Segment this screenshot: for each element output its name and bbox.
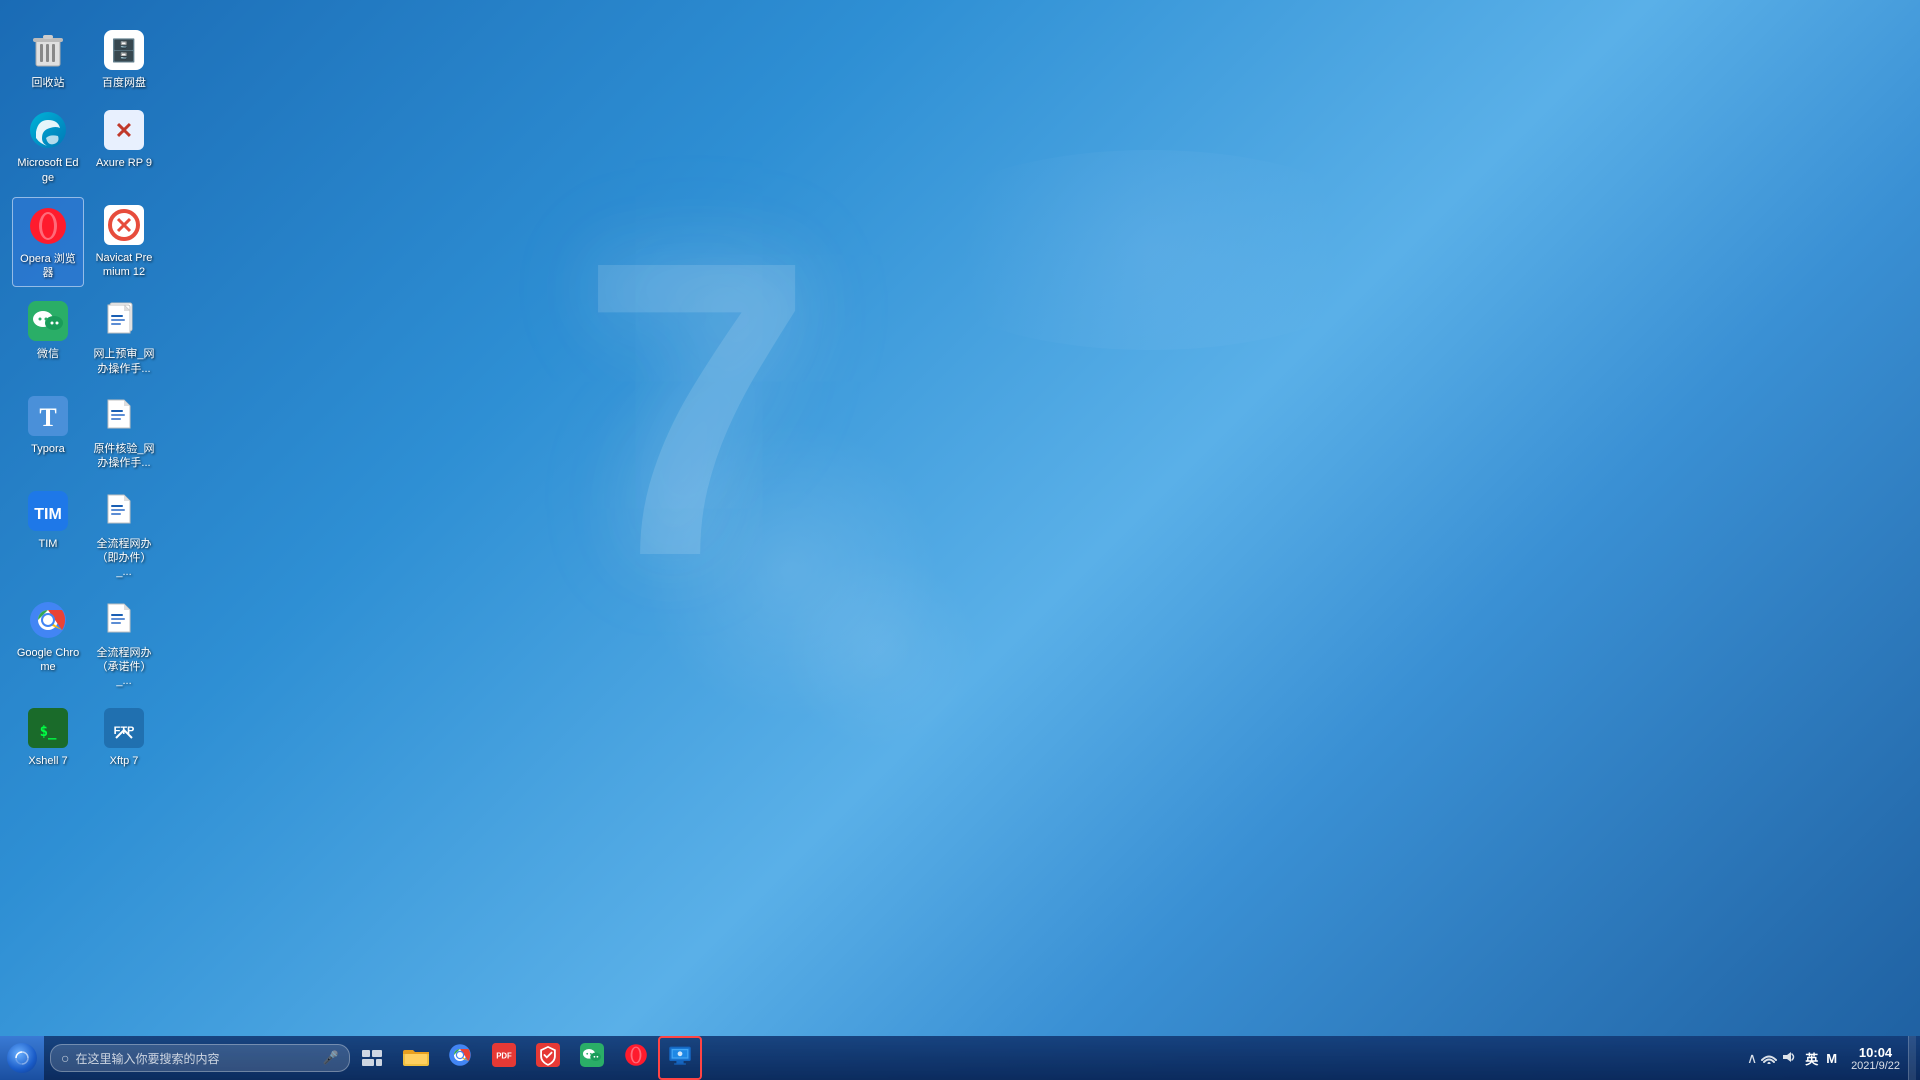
typora-icon: T: [26, 394, 70, 438]
taskbar-pdf[interactable]: PDF: [482, 1036, 526, 1080]
doc-yuanjian-icon: [102, 394, 146, 438]
icon-doc-yuanjian[interactable]: 原件核验_网办操作手...: [88, 388, 160, 477]
taskbar-remote-desktop[interactable]: [658, 1036, 702, 1080]
taskbar: ○ 在这里输入你要搜索的内容 🎤: [0, 1036, 1920, 1080]
navicat-icon: [102, 203, 146, 247]
start-orb: [7, 1043, 37, 1073]
desktop-icons-area: 回收站 🗄️ 百度网盘: [0, 10, 172, 789]
wechat-taskbar-icon: [580, 1043, 604, 1073]
icon-microsoft-edge[interactable]: Microsoft Edge: [12, 102, 84, 191]
svg-text:TIM: TIM: [34, 506, 62, 523]
remote-desktop-taskbar-icon: [668, 1043, 692, 1073]
svg-text:✕: ✕: [115, 118, 133, 143]
recycle-bin-icon: [26, 28, 70, 72]
tim-label: TIM: [39, 537, 58, 551]
icon-recycle-bin[interactable]: 回收站: [12, 22, 84, 96]
xshell-label: Xshell 7: [28, 754, 67, 768]
typora-label: Typora: [31, 442, 65, 456]
svg-text:$_: $_: [40, 724, 57, 740]
pdf-taskbar-icon: PDF: [492, 1043, 516, 1073]
taskbar-security[interactable]: [526, 1036, 570, 1080]
system-tray: ∧ 英 M 10:04: [1741, 1036, 1920, 1080]
win7-logo: 7: [580, 200, 814, 620]
task-view-icon: [362, 1050, 382, 1066]
baidu-label: 百度网盘: [102, 76, 146, 90]
icon-typora[interactable]: T Typora: [12, 388, 84, 477]
svg-text:PDF: PDF: [496, 1052, 512, 1061]
tray-language[interactable]: 英: [1801, 1047, 1822, 1070]
doc-quanliucheng2-icon: [102, 598, 146, 642]
search-text: 在这里输入你要搜索的内容: [75, 1050, 322, 1067]
wechat-icon: [26, 299, 70, 343]
taskbar-wechat[interactable]: [570, 1036, 614, 1080]
taskbar-opera[interactable]: [614, 1036, 658, 1080]
icon-doc-yulan[interactable]: 网上预审_网办操作手...: [88, 293, 160, 382]
icon-google-chrome[interactable]: Google Chrome: [12, 592, 84, 695]
tray-network-icon[interactable]: [1761, 1050, 1777, 1067]
opera-label: Opera 浏览器: [17, 252, 79, 281]
axure-icon: ✕: [102, 108, 146, 152]
clock-date: 2021/9/22: [1851, 1060, 1900, 1072]
xshell-icon: $_: [26, 706, 70, 750]
svg-text:🗄️: 🗄️: [110, 38, 137, 63]
chrome-icon: [26, 598, 70, 642]
taskbar-chrome[interactable]: [438, 1036, 482, 1080]
navicat-label: Navicat Premium 12: [92, 251, 156, 280]
desktop: 7 回收站: [0, 0, 1920, 1080]
xftp-label: Xftp 7: [110, 754, 139, 768]
tray-icons: ∧ 英 M: [1741, 1047, 1843, 1070]
clock-time: 10:04: [1859, 1045, 1892, 1060]
icon-tim[interactable]: TIM TIM: [12, 483, 84, 586]
svg-text:T: T: [39, 403, 56, 432]
explorer-icon: [403, 1044, 429, 1072]
axure-label: Axure RP 9: [96, 156, 152, 170]
glow-3: [900, 150, 1400, 350]
recycle-bin-label: 回收站: [32, 76, 65, 90]
taskbar-explorer[interactable]: [394, 1036, 438, 1080]
taskbar-search[interactable]: ○ 在这里输入你要搜索的内容 🎤: [50, 1044, 350, 1072]
icon-doc-quanliucheng1[interactable]: 全流程网办（即办件）_...: [88, 483, 160, 586]
task-view-button[interactable]: [354, 1040, 390, 1076]
baidu-icon: 🗄️: [102, 28, 146, 72]
tray-volume-icon[interactable]: [1781, 1050, 1797, 1067]
icon-navicat[interactable]: Navicat Premium 12: [88, 197, 160, 288]
glow-2: [780, 550, 980, 750]
edge-icon: [26, 108, 70, 152]
icon-axure[interactable]: ✕ Axure RP 9: [88, 102, 160, 191]
icon-wechat[interactable]: 微信: [12, 293, 84, 382]
xftp-icon: FTP: [102, 706, 146, 750]
security-taskbar-icon: [536, 1043, 560, 1073]
tray-ime[interactable]: M: [1826, 1051, 1837, 1066]
doc-yulan-label: 网上预审_网办操作手...: [92, 347, 156, 376]
chrome-taskbar-icon: [448, 1043, 472, 1073]
chrome-label: Google Chrome: [16, 646, 80, 675]
glow-1: [640, 420, 940, 720]
doc-quanliucheng1-label: 全流程网办（即办件）_...: [92, 537, 156, 580]
doc-quanliucheng1-icon: [102, 489, 146, 533]
wechat-label: 微信: [37, 347, 59, 361]
tray-show-hidden[interactable]: ∧: [1747, 1050, 1757, 1067]
icon-xshell[interactable]: $_ Xshell 7: [12, 700, 84, 774]
search-icon: ○: [61, 1050, 69, 1066]
edge-label: Microsoft Edge: [16, 156, 80, 185]
tim-icon: TIM: [26, 489, 70, 533]
taskbar-apps: PDF: [394, 1036, 1741, 1080]
opera-icon: [26, 204, 70, 248]
doc-yuanjian-label: 原件核验_网办操作手...: [92, 442, 156, 471]
microphone-icon: 🎤: [323, 1050, 339, 1066]
doc-yulan-icon: [102, 299, 146, 343]
show-desktop-button[interactable]: [1908, 1036, 1916, 1080]
clock[interactable]: 10:04 2021/9/22: [1843, 1036, 1908, 1080]
doc-quanliucheng2-label: 全流程网办（承诺件）_...: [92, 646, 156, 689]
opera-taskbar-icon: [624, 1043, 648, 1073]
start-button[interactable]: [0, 1036, 44, 1080]
icon-opera[interactable]: Opera 浏览器: [12, 197, 84, 288]
icon-xftp[interactable]: FTP Xftp 7: [88, 700, 160, 774]
icon-doc-quanliucheng2[interactable]: 全流程网办（承诺件）_...: [88, 592, 160, 695]
icon-baidu-netdisk[interactable]: 🗄️ 百度网盘: [88, 22, 160, 96]
